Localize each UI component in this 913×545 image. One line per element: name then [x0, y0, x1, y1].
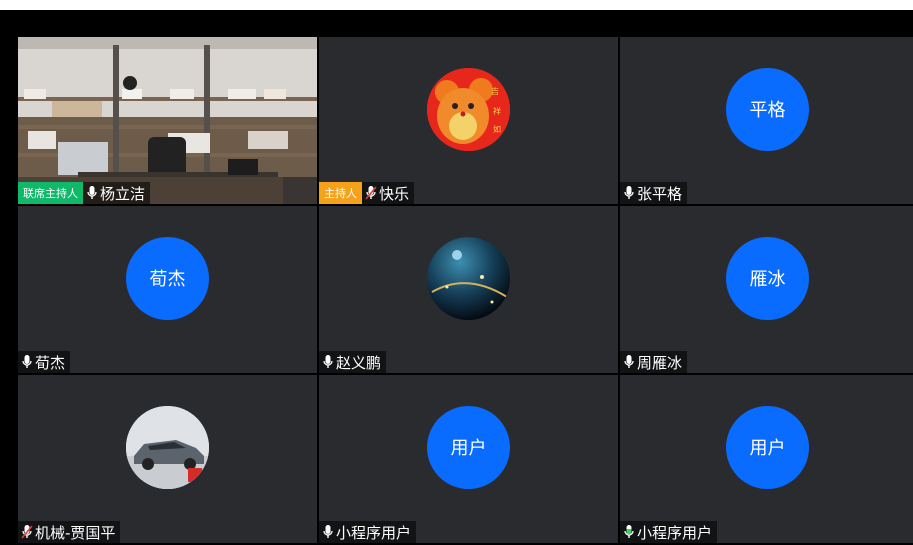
participant-tile[interactable]: 用户 小程序用户	[319, 375, 618, 543]
microphone-muted-icon[interactable]	[364, 182, 378, 204]
participant-name: 杨立洁	[100, 184, 146, 203]
svg-text:吉: 吉	[491, 87, 499, 96]
nameplate: 小程序用户	[319, 521, 417, 543]
nameplate: 小程序用户	[620, 521, 718, 543]
microphone-speaking-icon[interactable]	[622, 521, 636, 543]
participant-name: 小程序用户	[336, 523, 412, 542]
car-avatar-image	[126, 405, 209, 489]
space-avatar-image	[427, 236, 510, 320]
host-badge: 主持人	[319, 182, 362, 204]
avatar: 雁冰	[726, 236, 809, 320]
avatar: 平格	[726, 67, 809, 151]
participant-name: 周雁冰	[637, 353, 683, 372]
microphone-icon[interactable]	[321, 521, 335, 543]
svg-text:如: 如	[493, 124, 501, 134]
nameplate: 张平格	[620, 182, 688, 204]
participant-tile[interactable]: 平格 张平格	[620, 37, 913, 204]
participant-name: 小程序用户	[637, 523, 713, 542]
participant-tile[interactable]: 雁冰 周雁冰	[620, 206, 913, 373]
nameplate: 赵义鹏	[319, 351, 387, 373]
avatar	[126, 405, 209, 489]
participant-tile[interactable]: 荀杰 荀杰	[18, 206, 317, 373]
nameplate: 荀杰	[18, 351, 71, 373]
participant-name: 张平格	[637, 184, 683, 203]
participant-name: 赵义鹏	[336, 353, 382, 372]
avatar: 用户	[726, 405, 809, 489]
microphone-icon[interactable]	[85, 182, 99, 204]
avatar: 吉 祥 如	[427, 67, 510, 151]
participant-name: 快乐	[379, 184, 410, 203]
microphone-icon[interactable]	[321, 351, 335, 373]
microphone-icon[interactable]	[20, 351, 34, 373]
svg-text:祥: 祥	[493, 106, 501, 116]
microphone-muted-icon[interactable]	[20, 521, 34, 543]
participant-name: 荀杰	[35, 353, 66, 372]
avatar	[427, 236, 510, 320]
participant-tile[interactable]: 联席主持人 杨立洁	[18, 37, 317, 204]
top-strip	[0, 0, 913, 10]
participant-tile[interactable]: 机械-贾国平	[18, 375, 317, 543]
microphone-icon[interactable]	[622, 351, 636, 373]
cartoon-mouse-avatar-image: 吉 祥 如	[427, 67, 510, 151]
co-host-badge: 联席主持人	[18, 182, 83, 204]
avatar: 荀杰	[126, 236, 209, 320]
participant-tile[interactable]: 吉 祥 如 主持人 快乐	[319, 37, 618, 204]
participant-tile[interactable]: 赵义鹏	[319, 206, 618, 373]
nameplate: 联席主持人 杨立洁	[18, 182, 151, 204]
participant-name: 机械-贾国平	[35, 523, 116, 542]
nameplate: 主持人 快乐	[319, 182, 415, 204]
participant-video	[18, 37, 317, 204]
nameplate: 机械-贾国平	[18, 521, 121, 543]
participant-tile[interactable]: 用户 小程序用户	[620, 375, 913, 543]
avatar: 用户	[427, 405, 510, 489]
video-grid: 联席主持人 杨立洁 吉 祥 如 主持人 快乐 平格 张平格 荀杰 荀杰 赵义鹏 …	[18, 37, 913, 543]
microphone-icon[interactable]	[622, 182, 636, 204]
nameplate: 周雁冰	[620, 351, 688, 373]
